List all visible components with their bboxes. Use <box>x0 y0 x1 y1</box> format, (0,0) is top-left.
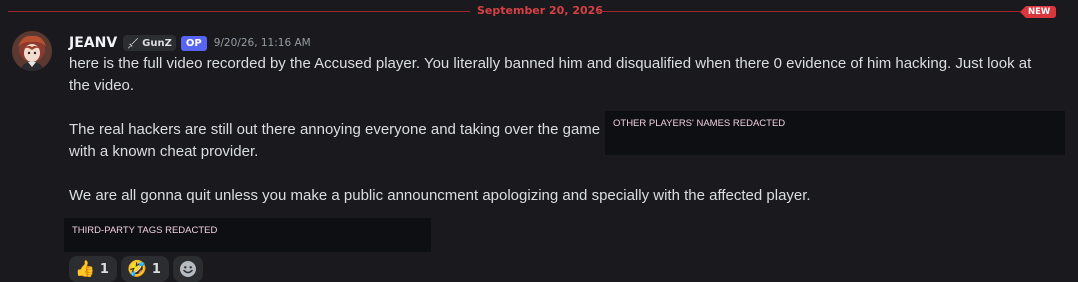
message-paragraph-1: here is the full video recorded by the A… <box>69 55 1032 94</box>
guild-tag-label: GunZ <box>142 37 172 49</box>
reactions-bar: 👍 1 🤣 1 <box>69 256 203 282</box>
reaction-count: 1 <box>151 261 161 277</box>
date-divider: September 20, 2026 NEW <box>8 4 1057 18</box>
rofl-icon: 🤣 <box>126 259 147 278</box>
avatar[interactable] <box>12 31 52 71</box>
username[interactable]: JEANV <box>69 35 117 51</box>
reaction-count: 1 <box>99 261 109 277</box>
redaction-label-names: OTHER PLAYERS' NAMES REDACTED <box>613 118 786 129</box>
redaction-label-tags: THIRD-PARTY TAGS REDACTED <box>72 225 218 236</box>
thumbs-up-icon: 👍 <box>75 259 95 278</box>
reaction-thumbs-up[interactable]: 👍 1 <box>69 256 117 282</box>
divider-line-left <box>8 11 470 12</box>
divider-line-right <box>596 11 1024 12</box>
message-paragraph-3: We are all gonna quit unless you make a … <box>69 187 811 204</box>
smiley-add-icon <box>179 261 196 277</box>
divider-date: September 20, 2026 <box>477 4 603 17</box>
sword-icon <box>128 38 139 49</box>
reaction-rofl[interactable]: 🤣 1 <box>120 256 169 282</box>
timestamp[interactable]: 9/20/26, 11:16 AM <box>214 37 311 49</box>
redaction-box-tags: THIRD-PARTY TAGS REDACTED <box>64 218 431 252</box>
add-reaction-button[interactable] <box>172 256 203 282</box>
message-header: JEANV GunZ OP 9/20/26, 11:16 AM <box>69 34 311 52</box>
redaction-box-names: OTHER PLAYERS' NAMES REDACTED <box>605 111 1065 155</box>
new-messages-badge[interactable]: NEW <box>1020 6 1057 18</box>
guild-tag[interactable]: GunZ <box>123 35 176 51</box>
avatar-image <box>12 31 52 71</box>
op-badge: OP <box>180 35 207 51</box>
